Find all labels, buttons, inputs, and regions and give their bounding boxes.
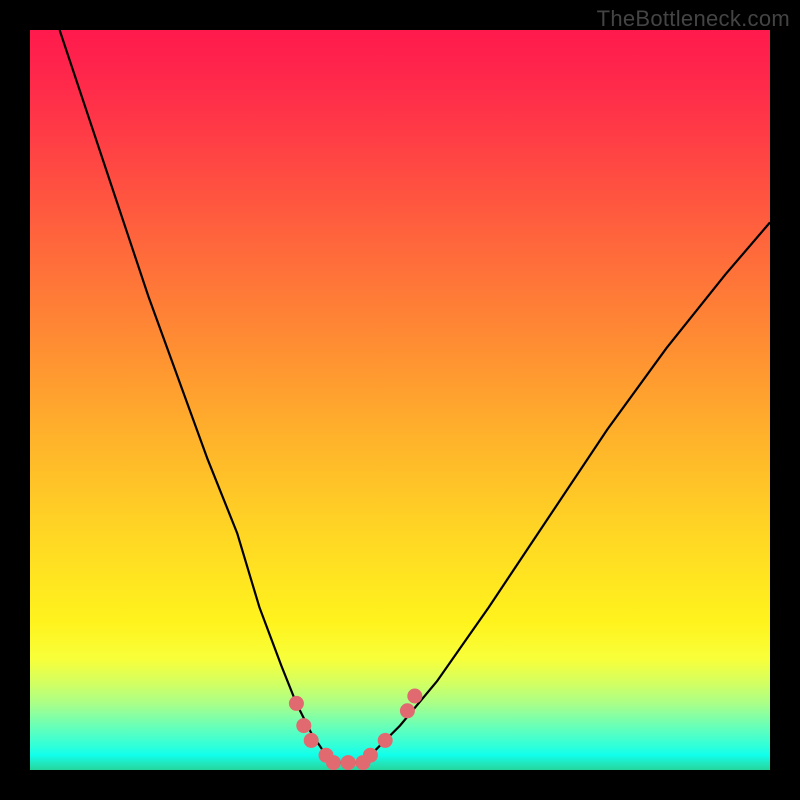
highlight-markers xyxy=(289,689,422,771)
highlight-dot xyxy=(363,748,378,763)
highlight-dot xyxy=(341,755,356,770)
highlight-dot xyxy=(378,733,393,748)
bottleneck-curve-svg xyxy=(30,30,770,770)
highlight-dot xyxy=(296,718,311,733)
highlight-dot xyxy=(289,696,304,711)
watermark-text: TheBottleneck.com xyxy=(597,6,790,32)
highlight-dot xyxy=(326,755,341,770)
highlight-dot xyxy=(407,689,422,704)
bottleneck-curve-path xyxy=(60,30,770,763)
highlight-dot xyxy=(400,703,415,718)
highlight-dot xyxy=(304,733,319,748)
chart-plot-area xyxy=(30,30,770,770)
